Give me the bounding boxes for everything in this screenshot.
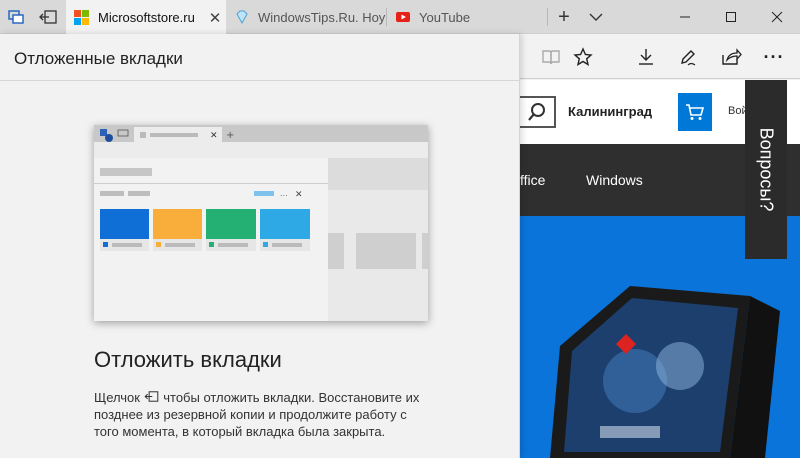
tab-list-button[interactable] [580, 0, 612, 34]
tab-youtube[interactable]: YouTube [387, 0, 547, 34]
city-selector[interactable]: Калининград [568, 104, 652, 119]
site-search-button[interactable] [520, 96, 556, 128]
panel-description: Щелчок чтобы отложить вкладки. Восстанов… [94, 389, 424, 440]
tab-microsoftstore[interactable]: Microsoftstore.ru ✕ [66, 0, 226, 35]
more-button[interactable]: ··· [757, 40, 791, 74]
downloads-button[interactable] [629, 40, 663, 74]
microsoft-logo-icon [74, 9, 90, 26]
close-icon [771, 11, 783, 23]
gem-icon [234, 9, 250, 25]
svg-text:...: ... [280, 189, 288, 198]
youtube-icon [395, 9, 411, 25]
set-tabs-aside-icon [144, 389, 160, 406]
svg-text:✕: ✕ [295, 190, 303, 200]
set-tabs-aside-icon [39, 10, 57, 24]
title-bar: Microsoftstore.ru ✕ WindowsTips.Ru. Ноу … [0, 0, 800, 35]
share-button[interactable] [714, 40, 748, 74]
tab-windowstips[interactable]: WindowsTips.Ru. Ноу [226, 0, 386, 34]
more-icon: ··· [763, 46, 785, 67]
tab-label: YouTube [419, 9, 471, 25]
set-tabs-aside-button[interactable] [32, 0, 64, 34]
tab-preview-button[interactable] [0, 0, 32, 34]
share-icon [722, 48, 742, 65]
panel-divider [0, 80, 520, 81]
cart-button[interactable] [678, 93, 712, 131]
questions-side-tab[interactable]: Вопросы? [745, 80, 787, 259]
maximize-icon [726, 12, 736, 22]
nav-item-windows[interactable]: Windows [586, 172, 643, 188]
chevron-down-icon [589, 13, 603, 21]
new-tab-button[interactable]: + [548, 0, 580, 34]
minimize-icon [680, 16, 690, 18]
favorite-star-icon [573, 47, 593, 66]
reading-view-icon [542, 50, 560, 65]
panel-heading: Отложить вкладки [94, 347, 282, 372]
tab-label: Microsoftstore.ru [98, 10, 195, 25]
svg-text:✕: ✕ [210, 131, 218, 141]
tab-preview-icon [8, 10, 24, 24]
browser-illustration-icon: ✕ + ... ✕ [94, 125, 428, 321]
tabs-aside-panel: Отложенные вкладки ✕ + ... ✕ Отложить вк… [0, 34, 520, 458]
cart-icon [686, 104, 705, 120]
tab-close-icon[interactable]: ✕ [204, 9, 226, 27]
description-text-before: Щелчок [94, 390, 140, 405]
minimize-button[interactable] [662, 0, 708, 34]
tabs-aside-illustration: ✕ + ... ✕ [94, 125, 428, 321]
maximize-button[interactable] [708, 0, 754, 34]
notes-button[interactable] [671, 40, 705, 74]
close-window-button[interactable] [754, 0, 800, 34]
nav-item-office[interactable]: ffice [520, 172, 545, 188]
svg-text:+: + [226, 130, 234, 141]
notes-pen-icon [681, 50, 696, 66]
plus-icon: + [558, 5, 570, 28]
panel-title: Отложенные вкладки [14, 49, 183, 68]
downloads-icon [639, 49, 653, 65]
questions-label: Вопросы? [756, 127, 777, 212]
favorite-button[interactable] [566, 40, 600, 74]
reading-view-button[interactable] [534, 40, 568, 74]
search-icon [528, 103, 545, 121]
tab-label: WindowsTips.Ru. Ноу [258, 9, 386, 25]
